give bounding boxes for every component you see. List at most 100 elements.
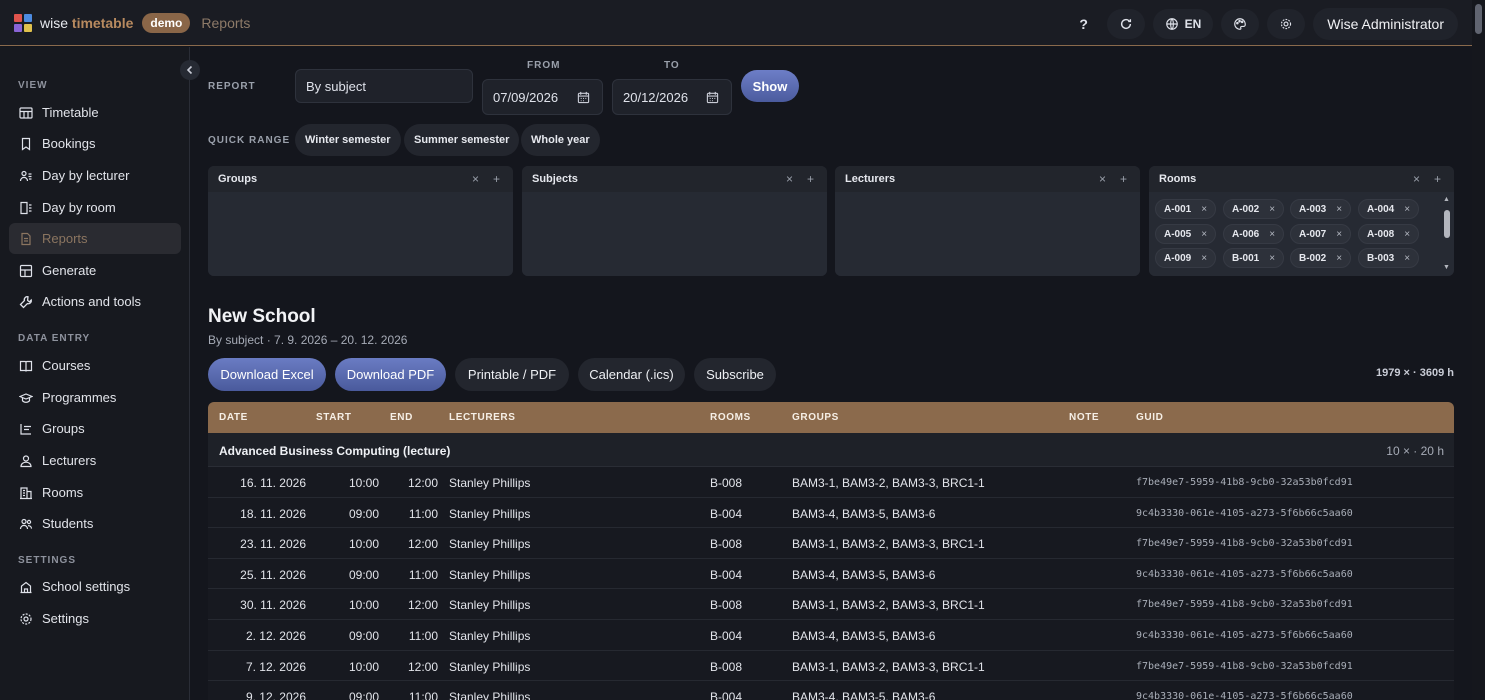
- rooms-scrollbar-thumb[interactable]: [1444, 210, 1450, 238]
- scroll-down-icon[interactable]: ▼: [1443, 264, 1450, 271]
- page-scrollbar[interactable]: [1472, 0, 1485, 700]
- table-row[interactable]: 23. 11. 2026 10:00 12:00 Stanley Phillips B-…: [208, 528, 1454, 559]
- table-row[interactable]: 25. 11. 2026 09:00 11:00 Stanley Phillips B-…: [208, 558, 1454, 590]
- column-header-guid[interactable]: GUID: [1136, 412, 1163, 423]
- brand-name[interactable]: wise timetable: [40, 15, 133, 31]
- sidebar-item-school-settings[interactable]: School settings: [9, 571, 181, 602]
- remove-tag-icon[interactable]: ×: [1201, 204, 1207, 215]
- sidebar-item-students[interactable]: Students: [9, 508, 181, 539]
- remove-tag-icon[interactable]: ×: [1201, 229, 1207, 240]
- remove-tag-icon[interactable]: ×: [1269, 253, 1275, 264]
- add-rooms-button[interactable]: +: [1434, 172, 1441, 186]
- room-tag[interactable]: A-002 ×: [1223, 199, 1285, 219]
- add-lecturers-button[interactable]: +: [1120, 172, 1127, 186]
- column-header-groups[interactable]: GROUPS: [792, 412, 839, 423]
- from-date-value: 07/09/2026: [493, 89, 559, 105]
- room-tag[interactable]: A-001 ×: [1155, 199, 1217, 219]
- to-date-value: 20/12/2026: [623, 89, 689, 105]
- sidebar-item-groups[interactable]: Groups: [9, 413, 181, 444]
- theme-button[interactable]: [1221, 9, 1260, 39]
- room-tag[interactable]: A-005 ×: [1155, 224, 1217, 244]
- remove-tag-icon[interactable]: ×: [1404, 229, 1410, 240]
- sidebar-item-programmes[interactable]: Programmes: [9, 382, 181, 413]
- help-button[interactable]: ?: [1069, 9, 1099, 39]
- sidebar-item-reports[interactable]: Reports: [9, 223, 181, 254]
- quick-range-winter[interactable]: Winter semester: [295, 124, 401, 156]
- clear-rooms-button[interactable]: ×: [1413, 172, 1420, 186]
- sidebar-item-day-by-room[interactable]: Day by room: [9, 192, 181, 223]
- calendar-ics-button[interactable]: Calendar (.ics): [578, 358, 685, 391]
- settings-button[interactable]: [1267, 9, 1306, 39]
- room-tag[interactable]: A-006 ×: [1223, 224, 1285, 244]
- remove-tag-icon[interactable]: ×: [1269, 204, 1275, 215]
- refresh-icon: [1120, 18, 1131, 30]
- sidebar-item-timetable[interactable]: Timetable: [9, 97, 181, 128]
- table-row[interactable]: 7. 12. 2026 10:00 12:00 Stanley Phillips B-0…: [208, 650, 1454, 682]
- sidebar-item-lecturers[interactable]: Lecturers: [9, 445, 181, 476]
- column-header-rooms[interactable]: ROOMS: [710, 412, 751, 423]
- column-header-start[interactable]: START: [316, 412, 352, 423]
- remove-tag-icon[interactable]: ×: [1336, 253, 1342, 264]
- table-row[interactable]: 18. 11. 2026 09:00 11:00 Stanley Phillips B-…: [208, 497, 1454, 529]
- clear-subjects-button[interactable]: ×: [786, 172, 793, 186]
- quick-range-summer[interactable]: Summer semester: [404, 124, 520, 156]
- refresh-button[interactable]: [1106, 9, 1145, 39]
- sidebar-item-generate[interactable]: Generate: [9, 255, 181, 286]
- cell-date: 9. 12. 2026: [245, 690, 306, 700]
- sidebar-item-actions-and-tools[interactable]: Actions and tools: [9, 286, 181, 317]
- remove-tag-icon[interactable]: ×: [1201, 253, 1207, 264]
- quick-range-whole-year[interactable]: Whole year: [521, 124, 600, 156]
- add-subjects-button[interactable]: +: [807, 172, 814, 186]
- report-type-select[interactable]: By subject: [295, 69, 473, 103]
- clear-lecturers-button[interactable]: ×: [1099, 172, 1106, 186]
- room-tag[interactable]: B-001 ×: [1223, 248, 1285, 268]
- remove-tag-icon[interactable]: ×: [1269, 229, 1275, 240]
- cell-start: 09:00: [348, 506, 379, 521]
- table-row[interactable]: 2. 12. 2026 09:00 11:00 Stanley Phillips B-0…: [208, 619, 1454, 651]
- column-header-lecturers[interactable]: LECTURERS: [449, 412, 516, 423]
- calendar-icon[interactable]: [577, 91, 590, 104]
- remove-tag-icon[interactable]: ×: [1404, 204, 1410, 215]
- subscribe-button[interactable]: Subscribe: [694, 358, 776, 391]
- cell-start: 10:00: [348, 598, 379, 613]
- remove-tag-icon[interactable]: ×: [1336, 229, 1342, 240]
- table-row[interactable]: 30. 11. 2026 10:00 12:00 Stanley Phillips B-…: [208, 589, 1454, 620]
- room-tag[interactable]: A-007 ×: [1290, 224, 1352, 244]
- language-button[interactable]: EN: [1152, 9, 1214, 39]
- room-tag[interactable]: A-009 ×: [1155, 248, 1217, 268]
- table-row[interactable]: 9. 12. 2026 09:00 11:00 Stanley Phillips B-0…: [208, 681, 1454, 700]
- sidebar-item-bookings[interactable]: Bookings: [9, 128, 181, 159]
- remove-tag-icon[interactable]: ×: [1404, 253, 1410, 264]
- room-tag-label: A-007: [1299, 228, 1327, 240]
- sidebar-collapse-button[interactable]: [180, 60, 200, 80]
- column-header-note[interactable]: NOTE: [1069, 412, 1099, 423]
- sidebar-item-settings[interactable]: Settings: [9, 603, 181, 634]
- sidebar-item-day-by-lecturer[interactable]: Day by lecturer: [9, 160, 181, 191]
- scroll-up-icon[interactable]: ▲: [1443, 196, 1450, 203]
- download-excel-button[interactable]: Download Excel: [208, 358, 326, 391]
- table-row[interactable]: 16. 11. 2026 10:00 12:00 Stanley Phillips B-…: [208, 467, 1454, 498]
- room-tag[interactable]: B-002 ×: [1290, 248, 1352, 268]
- table-group-row[interactable]: Advanced Business Computing (lecture) 10…: [208, 433, 1454, 467]
- printable-pdf-button[interactable]: Printable / PDF: [455, 358, 569, 391]
- column-header-date[interactable]: DATE: [219, 412, 248, 423]
- page-scrollbar-thumb[interactable]: [1475, 4, 1482, 34]
- room-tag[interactable]: A-008 ×: [1358, 224, 1420, 244]
- sidebar-item-courses[interactable]: Courses: [9, 350, 181, 381]
- user-menu-button[interactable]: Wise Administrator: [1313, 8, 1458, 40]
- from-date-input[interactable]: 07/09/2026: [482, 79, 603, 115]
- sidebar-item-rooms[interactable]: Rooms: [9, 477, 181, 508]
- to-date-input[interactable]: 20/12/2026: [612, 79, 732, 115]
- room-tag[interactable]: B-003 ×: [1358, 248, 1420, 268]
- show-button[interactable]: Show: [741, 70, 799, 102]
- room-tag[interactable]: A-003 ×: [1290, 199, 1352, 219]
- rooms-scrollbar[interactable]: ▲ ▼: [1442, 196, 1452, 274]
- column-header-end[interactable]: END: [390, 412, 413, 423]
- to-label: TO: [664, 60, 680, 71]
- clear-groups-button[interactable]: ×: [472, 172, 479, 186]
- download-pdf-button[interactable]: Download PDF: [335, 358, 446, 391]
- room-tag[interactable]: A-004 ×: [1358, 199, 1420, 219]
- add-groups-button[interactable]: +: [493, 172, 500, 186]
- calendar-icon[interactable]: [706, 91, 719, 104]
- remove-tag-icon[interactable]: ×: [1336, 204, 1342, 215]
